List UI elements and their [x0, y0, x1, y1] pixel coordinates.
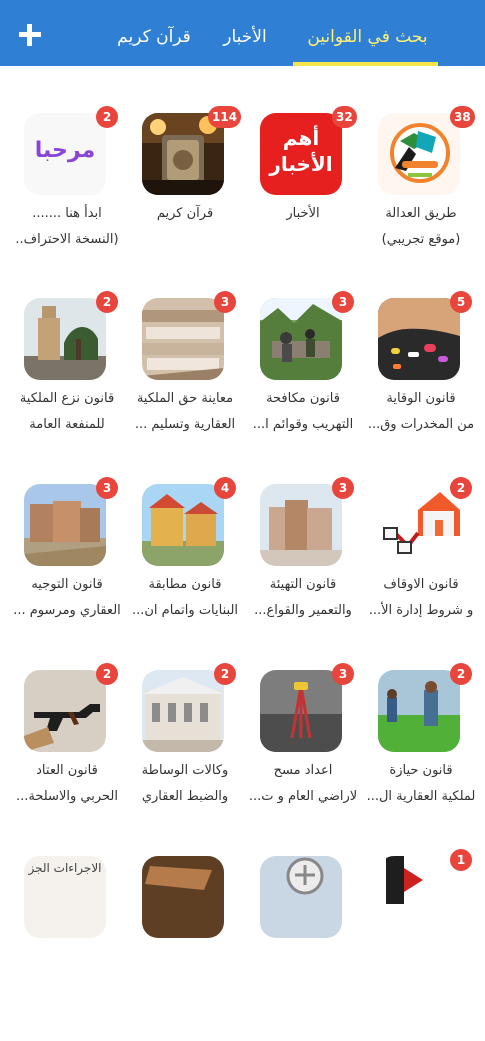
tile-subtitle: (النسخة الاحتراف..: [15, 232, 119, 247]
tile-subtitle: والتعمير والقواع...: [254, 603, 352, 618]
tile-badge: 2: [96, 106, 118, 128]
tile-title: قانون التوجيه: [31, 577, 103, 592]
tile-justice-road[interactable]: 38 طريق العدالة (موقع تجريبي): [366, 106, 476, 298]
tile-title: قانون العتاد: [36, 763, 98, 778]
tile-title: قرآن كريم: [156, 206, 214, 221]
tile-badge: 114: [208, 106, 242, 128]
news-thumbnail: أهم الأخبار: [260, 113, 342, 195]
tile-title: قانون التهيئة: [269, 577, 337, 592]
tile-badge: 4: [214, 477, 236, 499]
tile-brokerage[interactable]: 2 وكالات الوساطة والضبط العقاري: [130, 663, 240, 855]
tile-next-4[interactable]: الاجراءات الجز: [12, 856, 122, 1041]
tile-badge: 2: [214, 663, 236, 685]
tile-badge: 1: [450, 849, 472, 871]
building-conformity-thumbnail: [142, 484, 224, 566]
tile-quran[interactable]: 114 قرآن كريم: [130, 106, 242, 298]
news-thumbnail-line2: الأخبار: [269, 152, 333, 176]
tile-badge: 32: [332, 106, 357, 128]
add-icon[interactable]: [17, 22, 43, 48]
next-4-thumbnail-text: الاجراءات الجز: [28, 861, 102, 875]
drug-prevention-thumbnail: [378, 298, 460, 380]
justice-road-thumbnail: [378, 113, 460, 195]
tile-title: قانون حيازة: [389, 763, 453, 778]
tile-subtitle: لاراضي العام و ت...: [248, 789, 358, 804]
military-equipment-thumbnail: [24, 670, 106, 752]
top-app-bar: بحث في القوانين الأخبار قرآن كريم: [0, 0, 485, 66]
tile-expropriation[interactable]: 2 قانون نزع الملكية للمنفعة العامة: [12, 291, 122, 483]
tab-law-search[interactable]: بحث في القوانين: [305, 26, 430, 48]
tile-badge: 2: [96, 663, 118, 685]
tile-land-survey[interactable]: 3 اعداد مسح لاراضي العام و ت...: [248, 663, 358, 855]
tile-title: وكالات الوساطة: [141, 763, 229, 778]
tile-land-orientation[interactable]: 3 قانون التوجيه العقاري ومرسوم ...: [12, 477, 122, 669]
land-possession-thumbnail: [378, 670, 460, 752]
urban-planning-thumbnail: [260, 484, 342, 566]
welcome-thumbnail: مرحبا: [24, 113, 106, 195]
tile-badge: 3: [332, 291, 354, 313]
tile-badge: 3: [332, 477, 354, 499]
tile-land-possession[interactable]: 2 قانون حيازة لملكية العقارية ال...: [366, 663, 476, 855]
tile-smuggling[interactable]: 3 قانون مكافحة التهريب وقوائم ا...: [248, 291, 358, 483]
tile-subtitle: العقاري ومرسوم ...: [13, 603, 121, 618]
tile-title: قانون مطابقة: [148, 577, 222, 592]
tile-welcome[interactable]: مرحبا 2 ابدأ هنا ....... (النسخة الاحترا…: [12, 106, 122, 298]
smuggling-thumbnail: [260, 298, 342, 380]
waqf-thumbnail: [378, 484, 460, 566]
tile-badge: 2: [96, 291, 118, 313]
tile-title: قانون مكافحة: [266, 391, 340, 406]
land-orientation-thumbnail: [24, 484, 106, 566]
land-survey-thumbnail: [260, 670, 342, 752]
tile-title: طريق العدالة: [385, 206, 457, 221]
tile-badge: 2: [450, 477, 472, 499]
welcome-thumbnail-text: مرحبا: [34, 138, 96, 163]
tile-urban-planning[interactable]: 3 قانون التهيئة والتعمير والقواع...: [248, 477, 358, 669]
tile-subtitle: و شروط إدارة الأ...: [368, 603, 474, 618]
tile-subtitle: لملكية العقارية ال...: [366, 789, 476, 804]
tile-title: قانون الوقاية: [386, 391, 456, 406]
tile-news[interactable]: أهم الأخبار 32 الأخبار: [248, 106, 358, 298]
law-category-grid: 38 طريق العدالة (موقع تجريبي) أهم الأخبا…: [0, 66, 485, 938]
tile-subtitle: للمنفعة العامة: [29, 417, 105, 432]
tile-next-1[interactable]: 1: [366, 849, 476, 1041]
next-4-thumbnail: الاجراءات الجز: [24, 856, 106, 938]
tile-title: معاينة حق الملكية: [136, 391, 234, 406]
tile-subtitle: والضبط العقاري: [141, 789, 229, 804]
tile-subtitle: (موقع تجريبي): [381, 232, 461, 247]
next-3-thumbnail: [142, 856, 224, 938]
tile-property-inspection[interactable]: 3 معاينة حق الملكية العقارية وتسليم ...: [130, 291, 240, 483]
news-thumbnail-line1: أهم: [282, 126, 320, 150]
tile-subtitle: التهريب وقوائم ا...: [252, 417, 354, 432]
tile-title: الأخبار: [286, 206, 320, 221]
tile-subtitle: الحربي والاسلحة...: [16, 789, 118, 804]
tab-quran[interactable]: قرآن كريم: [116, 26, 192, 48]
tile-badge: 3: [332, 663, 354, 685]
tile-waqf[interactable]: 2 قانون الاوقاف و شروط إدارة الأ...: [366, 477, 476, 669]
next-2-thumbnail: [260, 856, 342, 938]
tile-subtitle: من المخدرات وق...: [367, 417, 475, 432]
tile-badge: 2: [450, 663, 472, 685]
tile-title: ابدأ هنا .......: [32, 206, 102, 221]
tab-news[interactable]: الأخبار: [214, 26, 276, 48]
tile-military-equipment[interactable]: 2 قانون العتاد الحربي والاسلحة...: [12, 663, 122, 855]
brokerage-thumbnail: [142, 670, 224, 752]
next-1-thumbnail: [378, 856, 460, 938]
expropriation-thumbnail: [24, 298, 106, 380]
tile-badge: 38: [450, 106, 475, 128]
tile-building-conformity[interactable]: 4 قانون مطابقة البنايات واتمام ان...: [130, 477, 240, 669]
tile-drug-prevention[interactable]: 5 قانون الوقاية من المخدرات وق...: [366, 291, 476, 483]
property-inspection-thumbnail: [142, 298, 224, 380]
tile-next-2[interactable]: [248, 856, 358, 1041]
tile-badge: 3: [96, 477, 118, 499]
tile-next-3[interactable]: [130, 856, 240, 1041]
tile-title: قانون الاوقاف: [383, 577, 459, 592]
tile-subtitle: العقارية وتسليم ...: [134, 417, 236, 432]
tile-badge: 3: [214, 291, 236, 313]
tile-badge: 5: [450, 291, 472, 313]
tile-title: قانون نزع الملكية: [19, 391, 115, 406]
tile-title: اعداد مسح: [273, 763, 333, 778]
tile-subtitle: البنايات واتمام ان...: [131, 603, 239, 618]
